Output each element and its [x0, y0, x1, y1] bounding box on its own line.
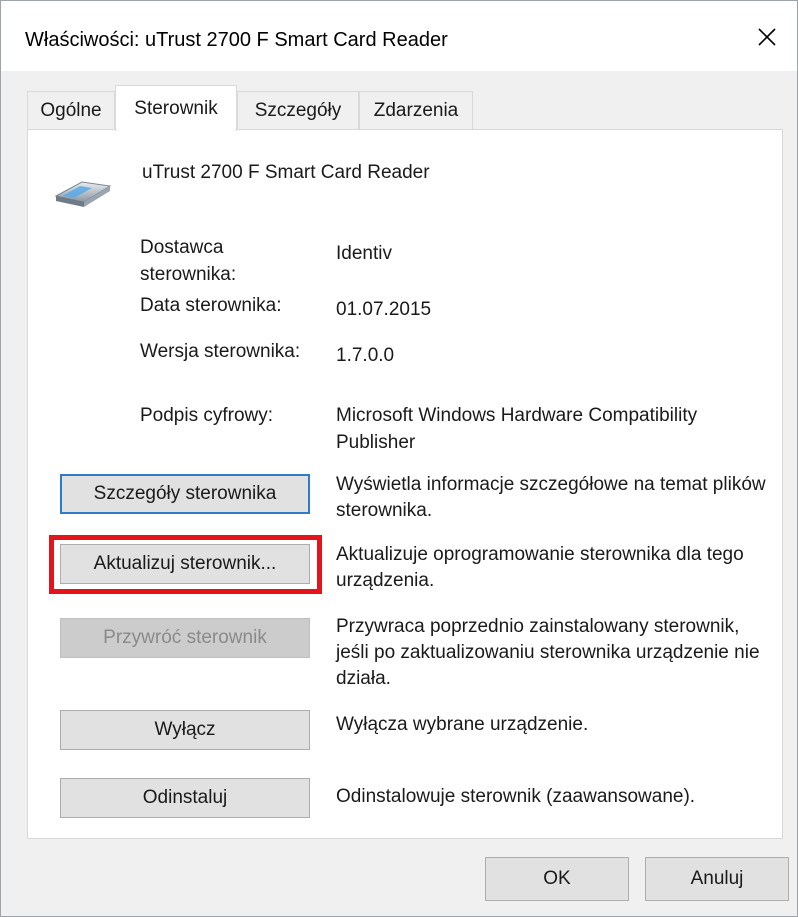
driver-date-value: 01.07.2015: [336, 299, 432, 320]
roll-back-driver-description: Przywraca poprzednio zainstalowany stero…: [336, 616, 760, 689]
title-bar: Właściwości: uTrust 2700 F Smart Card Re…: [1, 1, 797, 71]
properties-dialog: Właściwości: uTrust 2700 F Smart Card Re…: [0, 0, 798, 917]
update-driver-button[interactable]: Aktualizuj sterownik...: [60, 544, 310, 584]
tab-label: Szczegóły: [254, 99, 342, 121]
driver-details-button[interactable]: Szczegóły sterownika: [60, 474, 310, 514]
tab-general[interactable]: Ogólne: [27, 91, 115, 129]
cancel-button[interactable]: Anuluj: [645, 857, 789, 901]
disable-device-button[interactable]: Wyłącz: [60, 710, 310, 750]
roll-back-driver-button: Przywróć sterownik: [60, 618, 310, 658]
window-title: Właściwości: uTrust 2700 F Smart Card Re…: [25, 29, 448, 51]
close-icon: [758, 28, 776, 46]
device-name: uTrust 2700 F Smart Card Reader: [142, 162, 430, 183]
tab-driver[interactable]: Sterownik: [115, 85, 237, 131]
update-driver-description: Aktualizuje oprogramowanie sterownika dl…: [336, 544, 744, 591]
uninstall-button[interactable]: Odinstaluj: [60, 778, 310, 818]
driver-version-value: 1.7.0.0: [336, 345, 395, 366]
tab-label: Sterownik: [134, 97, 218, 119]
close-button[interactable]: [737, 11, 797, 63]
uninstall-description: Odinstalowuje sterownik (zaawansowane).: [336, 786, 696, 807]
ok-button[interactable]: OK: [485, 857, 629, 901]
tab-label: Zdarzenia: [373, 99, 459, 121]
smart-card-reader-icon: [54, 181, 112, 207]
driver-details-description: Wyświetla informacje szczegółowe na tema…: [336, 474, 766, 521]
driver-version-label: Wersja sterownika:: [140, 341, 301, 362]
digital-signer-label: Podpis cyfrowy:: [140, 405, 274, 426]
tab-details[interactable]: Szczegóły: [237, 91, 359, 129]
driver-provider-label: Dostawca sterownika:: [140, 237, 237, 285]
tab-events[interactable]: Zdarzenia: [359, 91, 473, 129]
digital-signer-value: Microsoft Windows Hardware Compatibility…: [336, 405, 698, 453]
driver-tab-panel: uTrust 2700 F Smart Card Reader Dostawca…: [27, 129, 783, 839]
disable-device-description: Wyłącza wybrane urządzenie.: [336, 714, 589, 735]
tab-label: Ogólne: [40, 99, 102, 121]
driver-provider-value: Identiv: [336, 243, 392, 264]
driver-date-label: Data sterownika:: [140, 295, 282, 316]
